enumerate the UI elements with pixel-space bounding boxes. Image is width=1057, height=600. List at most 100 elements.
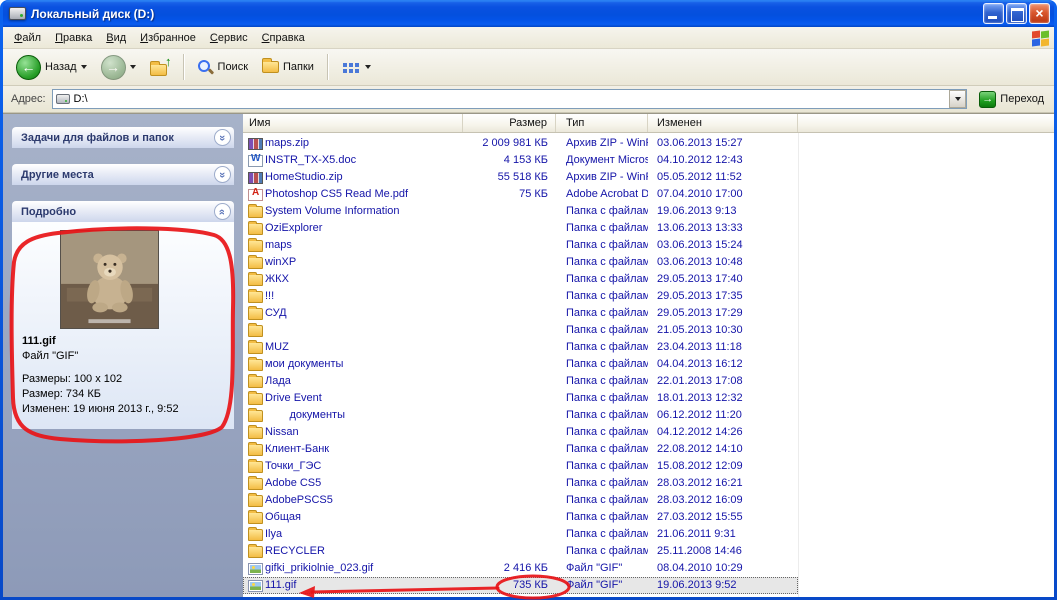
menu-item[interactable]: Правка bbox=[48, 29, 99, 47]
file-size bbox=[463, 254, 556, 271]
folder-icon bbox=[248, 529, 263, 541]
minimize-button[interactable] bbox=[983, 3, 1004, 24]
file-row[interactable]: Drive EventПапка с файлами18.01.2013 12:… bbox=[243, 390, 798, 407]
forward-dropdown-icon[interactable] bbox=[130, 65, 136, 69]
gif-icon bbox=[248, 580, 263, 592]
folder-icon bbox=[248, 478, 263, 490]
file-row[interactable]: Клиент-БанкПапка с файлами22.08.2012 14:… bbox=[243, 441, 798, 458]
file-row[interactable]: Photoshop CS5 Read Me.pdf 75 КБAdobe Acro… bbox=[243, 186, 798, 203]
chevron-up-icon[interactable]: » bbox=[214, 203, 231, 220]
file-size: 735 КБ bbox=[463, 577, 556, 594]
column-header[interactable]: Размер bbox=[463, 114, 556, 132]
file-name: СУД bbox=[265, 305, 287, 322]
back-dropdown-icon[interactable] bbox=[81, 65, 87, 69]
column-header[interactable]: Изменен bbox=[648, 114, 798, 132]
folders-button[interactable]: Папки bbox=[257, 59, 319, 75]
search-button[interactable]: Поиск bbox=[192, 57, 253, 78]
address-combo[interactable]: D:\ bbox=[52, 89, 968, 109]
menu-item[interactable]: Избранное bbox=[133, 29, 203, 47]
menu-item[interactable]: Файл bbox=[7, 29, 48, 47]
file-row[interactable]: Adobe CS5Папка с файлами28.03.2012 16:21 bbox=[243, 475, 798, 492]
file-row[interactable]: мои документыПапка с файлами04.04.2013 1… bbox=[243, 356, 798, 373]
file-row[interactable]: maps.zip2 009 981 КБАрхив ZIP - WinRAR03… bbox=[243, 135, 798, 152]
folder-icon bbox=[248, 495, 263, 507]
menu-item[interactable]: Сервис bbox=[203, 29, 255, 47]
maximize-button[interactable] bbox=[1006, 3, 1027, 24]
file-size bbox=[463, 271, 556, 288]
menu-item[interactable]: Вид bbox=[99, 29, 133, 47]
file-name-cell: HomeStudio.zip bbox=[243, 169, 463, 186]
pane-details[interactable]: Подробно » bbox=[12, 201, 234, 222]
menu-item[interactable]: Справка bbox=[255, 29, 312, 47]
file-row[interactable]: ОбщаяПапка с файлами27.03.2012 15:55 bbox=[243, 509, 798, 526]
details-filename: 111.gif bbox=[22, 335, 224, 347]
file-row[interactable]: MUZПапка с файлами23.04.2013 11:18 bbox=[243, 339, 798, 356]
file-row[interactable]: mapsПапка с файлами03.06.2013 15:24 bbox=[243, 237, 798, 254]
column-header[interactable]: Тип bbox=[556, 114, 648, 132]
up-button[interactable]: ↑ bbox=[145, 56, 175, 78]
file-row[interactable]: AdobePSCS5Папка с файлами28.03.2012 16:0… bbox=[243, 492, 798, 509]
file-type: Файл "GIF" bbox=[556, 577, 648, 594]
window-title: Локальный диск (D:) bbox=[31, 7, 978, 21]
file-type: Папка с файлами bbox=[556, 390, 648, 407]
file-size bbox=[463, 424, 556, 441]
file-row[interactable]: ЛадаПапка с файлами22.01.2013 17:08 bbox=[243, 373, 798, 390]
file-type: Файл "GIF" bbox=[556, 560, 648, 577]
file-row[interactable]: INSTR_TX-X5.doc4 153 КБДокумент Microsof… bbox=[243, 152, 798, 169]
folder-icon bbox=[248, 274, 263, 286]
file-modified: 03.06.2013 15:24 bbox=[648, 237, 798, 254]
file-row[interactable]: Папка с файлами21.05.2013 10:30 bbox=[243, 322, 798, 339]
file-size bbox=[463, 237, 556, 254]
file-type: Папка с файлами bbox=[556, 492, 648, 509]
pane-file-tasks[interactable]: Задачи для файлов и папок » bbox=[12, 127, 234, 148]
file-row[interactable]: HomeStudio.zip55 518 КБАрхив ZIP - WinRA… bbox=[243, 169, 798, 186]
address-value[interactable]: D:\ bbox=[74, 93, 946, 105]
file-modified: 13.06.2013 13:33 bbox=[648, 220, 798, 237]
file-name-cell: Photoshop CS5 Read Me.pdf bbox=[243, 186, 463, 203]
chevron-down-icon[interactable]: » bbox=[214, 166, 231, 183]
file-row[interactable]: RECYCLERПапка с файлами25.11.2008 14:46 bbox=[243, 543, 798, 560]
file-name-cell: ЖКХ bbox=[243, 271, 463, 288]
file-name: Photoshop CS5 Read Me.pdf bbox=[265, 186, 408, 203]
forward-button[interactable]: → bbox=[96, 53, 141, 82]
file-type: Adobe Acrobat Doc... bbox=[556, 186, 648, 203]
file-name: Adobe CS5 bbox=[265, 475, 321, 492]
file-name: Общая bbox=[265, 509, 301, 526]
views-button[interactable] bbox=[336, 58, 376, 76]
window-body: ФайлПравкаВидИзбранноеСервисСправка ← На… bbox=[3, 27, 1054, 597]
file-row[interactable]: winXPПапка с файлами03.06.2013 10:48 bbox=[243, 254, 798, 271]
file-row[interactable]: Точки_ГЭСПапка с файлами15.08.2012 12:09 bbox=[243, 458, 798, 475]
file-name-cell: MUZ bbox=[243, 339, 463, 356]
file-row[interactable]: ЖКХПапка с файлами29.05.2013 17:40 bbox=[243, 271, 798, 288]
column-header[interactable]: Имя bbox=[243, 114, 463, 132]
file-row[interactable]: !!!Папка с файлами29.05.2013 17:35 bbox=[243, 288, 798, 305]
folders-icon bbox=[262, 61, 279, 73]
file-type: Папка с файлами bbox=[556, 441, 648, 458]
file-row[interactable]: NissanПапка с файлами04.12.2012 14:26 bbox=[243, 424, 798, 441]
chevron-down-icon[interactable]: » bbox=[214, 129, 231, 146]
address-dropdown-button[interactable] bbox=[949, 90, 966, 108]
go-button[interactable]: → Переход bbox=[973, 89, 1050, 110]
back-label: Назад bbox=[45, 61, 77, 73]
file-row[interactable]: IlyaПапка с файлами21.06.2011 9:31 bbox=[243, 526, 798, 543]
file-size: 75 КБ bbox=[463, 186, 556, 203]
close-button[interactable]: × bbox=[1029, 3, 1050, 24]
details-modified: Изменен: 19 июня 2013 г., 9:52 bbox=[22, 403, 224, 415]
folder-icon bbox=[248, 308, 263, 320]
views-dropdown-icon[interactable] bbox=[365, 65, 371, 69]
file-row[interactable]: gifki_prikiolnie_023.gif2 416 КБФайл "GI… bbox=[243, 560, 798, 577]
file-modified: 05.05.2012 11:52 bbox=[648, 169, 798, 186]
file-name-cell: Точки_ГЭС bbox=[243, 458, 463, 475]
pane-title: Другие места bbox=[21, 169, 94, 181]
file-size bbox=[463, 203, 556, 220]
file-row[interactable]: документыПапка с файлами06.12.2012 11:20 bbox=[243, 407, 798, 424]
pane-other-places[interactable]: Другие места » bbox=[12, 164, 234, 185]
file-row[interactable]: СУДПапка с файлами29.05.2013 17:29 bbox=[243, 305, 798, 322]
file-modified: 07.04.2010 17:00 bbox=[648, 186, 798, 203]
file-row[interactable]: 111.gif735 КБФайл "GIF"19.06.2013 9:52 bbox=[243, 577, 798, 594]
file-row[interactable]: OziExplorerПапка с файлами13.06.2013 13:… bbox=[243, 220, 798, 237]
file-row[interactable]: System Volume InformationПапка с файлами… bbox=[243, 203, 798, 220]
folder-icon bbox=[248, 223, 263, 235]
window-controls: × bbox=[983, 3, 1050, 24]
back-button[interactable]: ← Назад bbox=[11, 53, 92, 82]
